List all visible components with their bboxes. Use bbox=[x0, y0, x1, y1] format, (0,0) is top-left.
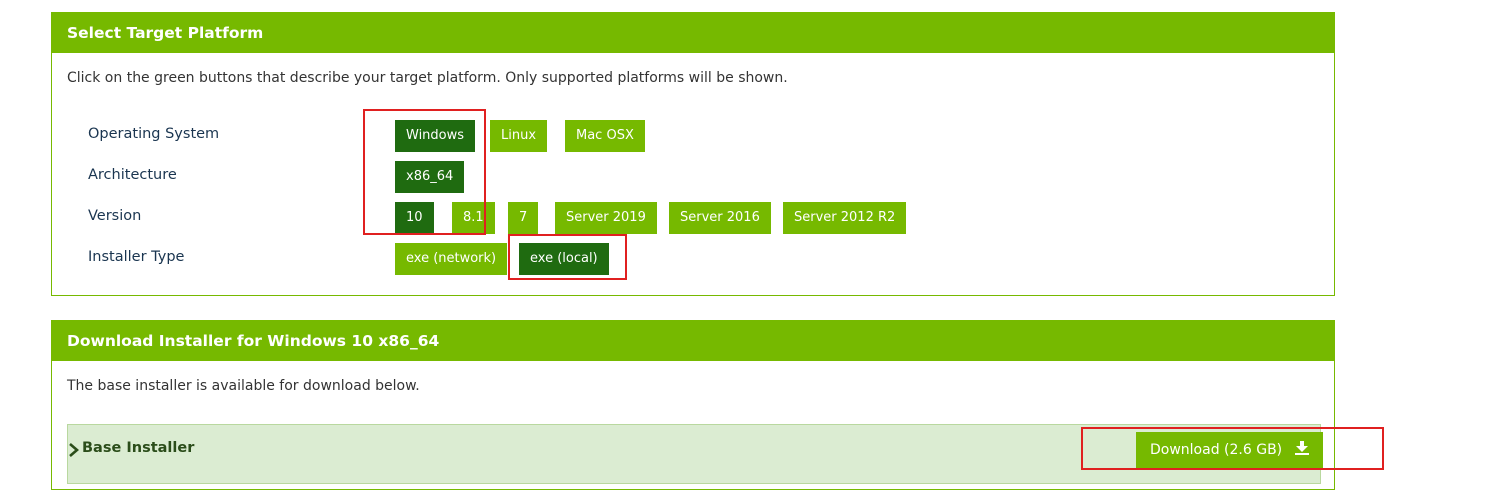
installer-type-label: Installer Type bbox=[88, 249, 185, 265]
base-installer-label: Base Installer bbox=[82, 440, 195, 456]
version-option-server-2019[interactable]: Server 2019 bbox=[555, 202, 657, 234]
installer-option-exe-local[interactable]: exe (local) bbox=[519, 243, 609, 275]
installer-option-exe-network[interactable]: exe (network) bbox=[395, 243, 508, 275]
panel-title: Download Installer for Windows 10 x86_64 bbox=[52, 321, 1334, 361]
os-option-linux[interactable]: Linux bbox=[490, 120, 548, 152]
arch-option-x86-64[interactable]: x86_64 bbox=[395, 161, 465, 193]
os-label: Operating System bbox=[88, 126, 220, 142]
chevron-right-icon bbox=[69, 443, 79, 457]
os-option-windows[interactable]: Windows bbox=[395, 120, 476, 152]
download-button-label: Download (2.6 GB) bbox=[1150, 442, 1283, 458]
download-installer-panel: Download Installer for Windows 10 x86_64… bbox=[51, 320, 1335, 490]
version-option-10[interactable]: 10 bbox=[395, 202, 434, 234]
download-intro-text: The base installer is available for down… bbox=[67, 378, 420, 394]
select-target-platform-panel: Select Target Platform Click on the gree… bbox=[51, 12, 1335, 296]
version-option-server-2016[interactable]: Server 2016 bbox=[669, 202, 771, 234]
version-option-server-2012-r2[interactable]: Server 2012 R2 bbox=[783, 202, 907, 234]
panel-title: Select Target Platform bbox=[52, 13, 1334, 53]
os-option-mac-osx[interactable]: Mac OSX bbox=[565, 120, 645, 152]
version-label: Version bbox=[88, 208, 142, 224]
download-button[interactable]: Download (2.6 GB) bbox=[1136, 432, 1323, 468]
base-installer-row[interactable]: Base Installer Download (2.6 GB) bbox=[67, 424, 1323, 484]
download-icon bbox=[1294, 441, 1309, 455]
version-option-8-1[interactable]: 8.1 bbox=[452, 202, 495, 234]
architecture-label: Architecture bbox=[88, 167, 177, 183]
platform-intro-text: Click on the green buttons that describe… bbox=[67, 70, 788, 86]
version-option-7[interactable]: 7 bbox=[508, 202, 539, 234]
